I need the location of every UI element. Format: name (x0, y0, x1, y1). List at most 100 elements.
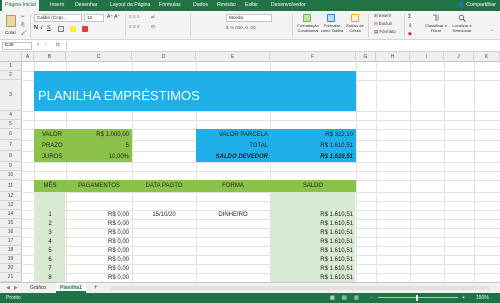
cell-pagamento[interactable]: R$ 0,00 (66, 237, 129, 246)
row-header-18[interactable]: 18 (0, 246, 22, 255)
row-header-6[interactable]: 6 (0, 129, 22, 140)
format-painter-icon[interactable]: 🖌 (21, 30, 27, 36)
saldo-devedor-value[interactable]: R$ 1.610,51 (270, 151, 353, 162)
wrap-text-icon[interactable]: ⇌ (151, 14, 155, 20)
row-header-15[interactable]: 15 (0, 219, 22, 228)
tab-page-layout[interactable]: Layout da Página (107, 0, 153, 11)
row-header-10[interactable]: 10 (0, 171, 22, 180)
column-header-c[interactable]: C (66, 52, 132, 62)
header-forma[interactable]: FORMA (196, 180, 270, 192)
number-format-icons[interactable]: $ % 000 ,0 ,00 (226, 25, 256, 30)
clear-icon[interactable]: ◆ (408, 31, 412, 37)
row-header-2[interactable]: 2 (0, 71, 22, 80)
row-header-16[interactable]: 16 (0, 228, 22, 237)
merge-icon[interactable]: ⊟ (151, 24, 155, 30)
column-header-b[interactable]: B (34, 52, 66, 62)
select-all-corner[interactable] (0, 52, 22, 62)
bold-icon[interactable]: N (34, 25, 38, 31)
share-button[interactable]: 👤 Compartilhar (458, 0, 496, 11)
cell-pagamento[interactable]: R$ 0,00 (66, 219, 129, 228)
number-format-select[interactable]: Moeda (226, 14, 272, 22)
prazo-value[interactable]: 5 (66, 140, 129, 151)
row-header-14[interactable]: 14 (0, 210, 22, 219)
cell-pagamento[interactable]: R$ 0,00 (66, 210, 129, 219)
valor-parcela-value[interactable]: R$ 322,10 (270, 129, 353, 140)
sort-filter-icon[interactable] (432, 14, 440, 22)
font-name-select[interactable]: Calibri (Corp... (34, 14, 82, 22)
borders-icon[interactable] (58, 26, 64, 32)
conditional-format-icon[interactable] (303, 14, 311, 22)
cell-saldo[interactable]: R$ 1.610,51 (270, 210, 353, 219)
font-size-select[interactable]: 12 (84, 14, 104, 22)
valor-value[interactable]: R$ 1.000,00 (66, 129, 129, 140)
valor-label[interactable]: VALOR (42, 129, 62, 140)
cell-saldo[interactable]: R$ 1.610,51 (270, 237, 353, 246)
horizontal-scrollbar[interactable] (110, 286, 490, 290)
column-header-h[interactable]: H (376, 52, 410, 62)
cell-styles-icon[interactable] (351, 14, 359, 22)
juros-label[interactable]: JUROS (42, 151, 62, 162)
align-left-icon[interactable]: ≡ ≡ ≡ (129, 24, 140, 29)
sheet-title[interactable]: PLANILHA EMPRÉSTIMOS (38, 80, 200, 111)
fill-icon[interactable]: ⬇ (408, 23, 412, 29)
page-break-view-icon[interactable]: ▥ (354, 293, 359, 303)
tab-formulas[interactable]: Fórmulas (156, 0, 184, 11)
cell-mes[interactable]: 6 (34, 255, 66, 264)
page-layout-view-icon[interactable]: ▤ (342, 293, 347, 303)
format-table-icon[interactable] (327, 14, 335, 22)
cell-mes[interactable]: 4 (34, 237, 66, 246)
cell-pagamento[interactable]: R$ 0,00 (66, 246, 129, 255)
sheet-tab-grafico[interactable]: Gráfico (26, 283, 50, 293)
confirm-icon[interactable]: ✓ (44, 42, 48, 48)
saldo-devedor-label[interactable]: SALDO DEVEDOR (196, 151, 268, 162)
delete-cells-button[interactable]: ⊟ Excluir (374, 21, 392, 27)
total-label[interactable]: TOTAL (196, 140, 268, 151)
row-header-21[interactable]: 21 (0, 273, 22, 282)
cell-mes[interactable]: 2 (34, 219, 66, 228)
total-value[interactable]: R$ 1.610,51 (270, 140, 353, 151)
cell-saldo[interactable]: R$ 1.610,51 (270, 219, 353, 228)
spreadsheet-grid[interactable]: A B C D E F G H I J K 1 2 3 4 5 6 7 8 9 … (0, 52, 500, 282)
cancel-icon[interactable]: ✕ (36, 42, 40, 48)
fill-color-icon[interactable] (70, 26, 76, 32)
tab-developer[interactable]: Desenvolvedor (268, 0, 309, 11)
row-header-19[interactable]: 19 (0, 255, 22, 264)
add-sheet-button[interactable]: + (90, 283, 102, 293)
tab-review[interactable]: Revisão (214, 0, 239, 11)
sheet-tab-planilha1[interactable]: Planilha1 (56, 283, 86, 293)
cell-saldo[interactable]: R$ 1.610,51 (270, 246, 353, 255)
row-header-17[interactable]: 17 (0, 237, 22, 246)
cell-mes[interactable]: 3 (34, 228, 66, 237)
header-saldo[interactable]: SALDO (270, 180, 356, 192)
row-header-7[interactable]: 7 (0, 140, 22, 151)
row-header-11[interactable]: 11 (0, 180, 22, 192)
cell-mes[interactable]: 8 (34, 273, 66, 282)
row-header-5[interactable]: 5 (0, 120, 22, 129)
formula-input[interactable] (66, 42, 496, 50)
row-header-3[interactable]: 3 (0, 80, 22, 111)
normal-view-icon[interactable]: ▦ (330, 293, 335, 303)
name-box[interactable]: E36 (2, 42, 32, 50)
valor-parcela-label[interactable]: VALOR PARCELA (196, 129, 268, 140)
cell-saldo[interactable]: R$ 1.610,51 (270, 228, 353, 237)
paste-icon[interactable] (6, 15, 16, 27)
tab-home[interactable]: Página Inicial (2, 0, 39, 11)
font-grow-icon[interactable]: A⁺ A⁻ (107, 14, 120, 20)
cell-pagamento[interactable]: R$ 0,00 (66, 228, 129, 237)
zoom-slider[interactable] (378, 297, 458, 298)
column-header-g[interactable]: G (356, 52, 376, 62)
tab-draw[interactable]: Desenhar (72, 0, 101, 11)
header-pagamentos[interactable]: PAGAMENTOS (66, 180, 132, 192)
row-header-13[interactable]: 13 (0, 201, 22, 210)
cell-forma[interactable]: DINHEIRO (196, 210, 270, 219)
font-color-icon[interactable] (82, 26, 88, 32)
cell-mes[interactable]: 5 (34, 246, 66, 255)
cell-mes[interactable]: 1 (34, 210, 66, 219)
zoom-level[interactable]: 150% (476, 293, 489, 303)
tab-insert[interactable]: Inserir (47, 0, 67, 11)
next-sheet-icon[interactable]: ▶ (10, 283, 22, 293)
cell-pagamento[interactable]: R$ 0,00 (66, 264, 129, 273)
cell-mes[interactable]: 7 (34, 264, 66, 273)
column-header-a[interactable]: A (22, 52, 34, 62)
column-header-i[interactable]: I (410, 52, 444, 62)
